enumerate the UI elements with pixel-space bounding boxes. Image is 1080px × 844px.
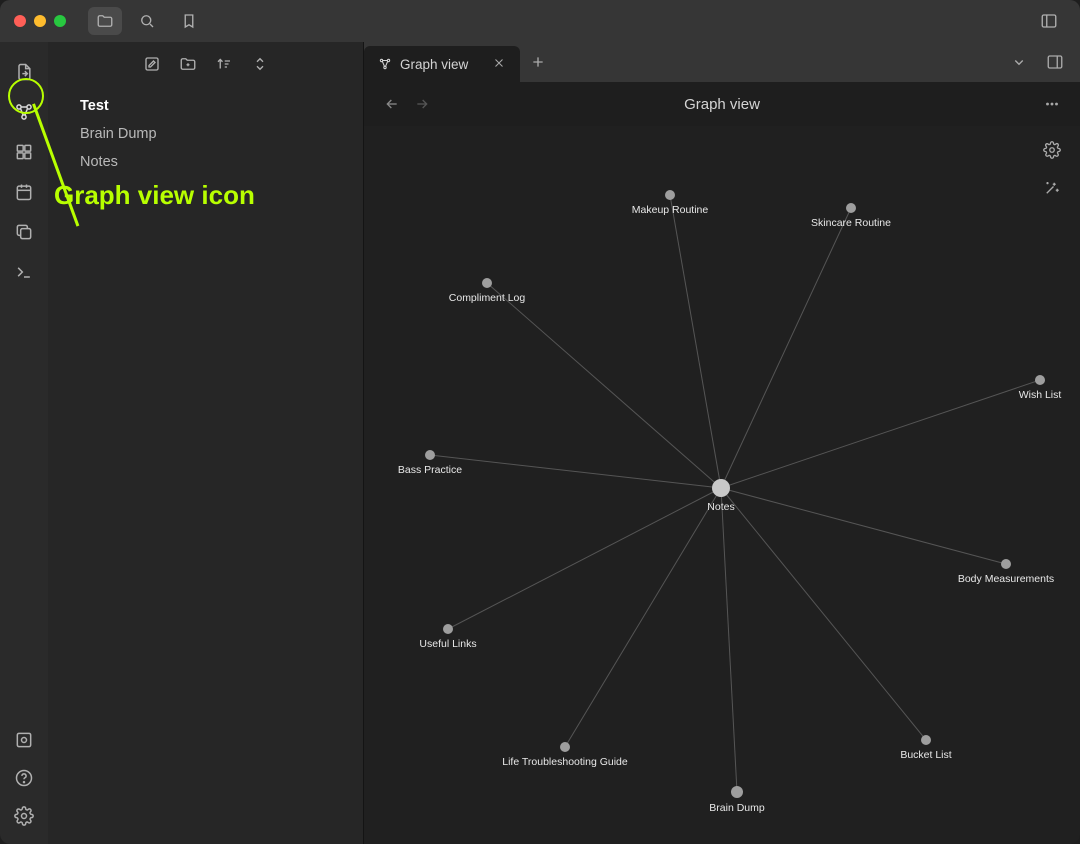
folder-plus-icon (179, 55, 197, 73)
graph-node[interactable] (1001, 559, 1011, 569)
file-item[interactable]: Brain Dump (48, 120, 363, 148)
graph-node[interactable] (712, 479, 730, 497)
graph-node-label: Useful Links (419, 638, 476, 650)
graph-canvas[interactable]: Makeup Routine Skincare Routine Compliment… (364, 126, 1080, 844)
arrow-left-icon (384, 96, 400, 112)
graph-node-label: Life Troubleshooting Guide (502, 756, 628, 768)
graph-node[interactable] (665, 190, 675, 200)
tab-dropdown-button[interactable] (1004, 47, 1034, 77)
graph-node[interactable] (560, 742, 570, 752)
ribbon-graph-view[interactable] (8, 96, 40, 128)
terminal-icon (14, 262, 34, 282)
graph-svg: Makeup Routine Skincare Routine Compliment… (364, 126, 1080, 844)
wand-icon (1043, 179, 1061, 197)
search-button[interactable] (130, 7, 164, 35)
sidebar-toggle-right[interactable] (1040, 47, 1070, 77)
titlebar (0, 0, 1080, 42)
ribbon-help[interactable] (8, 762, 40, 794)
ribbon-daily-note[interactable] (8, 176, 40, 208)
graph-controls (1038, 136, 1066, 202)
new-tab-button[interactable] (520, 42, 556, 82)
graph-view-icon (14, 102, 34, 122)
graph-node[interactable] (1035, 375, 1045, 385)
nav-forward-button[interactable] (410, 92, 434, 116)
close-icon (492, 56, 506, 70)
window-controls (14, 15, 66, 27)
graph-settings-button[interactable] (1038, 136, 1066, 164)
tab-title: Graph view (400, 57, 468, 72)
calendar-icon (14, 182, 34, 202)
panel-left-icon (1040, 12, 1058, 30)
folder-icon (96, 12, 114, 30)
graph-node-label: Skincare Routine (811, 217, 891, 229)
graph-node-label: Compliment Log (449, 292, 526, 304)
view-header: Graph view (364, 82, 1080, 126)
gear-icon (1043, 141, 1061, 159)
graph-filter-button[interactable] (1038, 174, 1066, 202)
graph-node[interactable] (731, 786, 743, 798)
file-item[interactable]: Notes (48, 148, 363, 176)
vault-switcher-button[interactable] (88, 7, 122, 35)
ribbon-settings[interactable] (8, 800, 40, 832)
more-horizontal-icon (1043, 95, 1061, 113)
arrow-right-icon (414, 96, 430, 112)
panel-right-icon (1046, 53, 1064, 71)
plus-icon (530, 54, 546, 70)
tab-graph-view[interactable]: Graph view (364, 46, 520, 82)
graph-node-label: Makeup Routine (632, 204, 709, 216)
graph-node-label: Body Measurements (958, 573, 1054, 585)
graph-node-label: Bass Practice (398, 464, 462, 476)
file-explorer-toolbar (48, 42, 363, 86)
window-maximize-button[interactable] (54, 15, 66, 27)
bookmarks-button[interactable] (172, 7, 206, 35)
window-minimize-button[interactable] (34, 15, 46, 27)
nav-back-button[interactable] (380, 92, 404, 116)
annotation-label: Graph view icon (54, 180, 255, 211)
bookmark-icon (180, 12, 198, 30)
sort-icon (215, 55, 233, 73)
pen-square-icon (143, 55, 161, 73)
graph-node[interactable] (482, 278, 492, 288)
tab-bar: Graph view (364, 42, 1080, 82)
main-pane: Graph view (364, 42, 1080, 844)
ribbon-canvas[interactable] (8, 136, 40, 168)
ribbon-vault[interactable] (8, 724, 40, 756)
graph-view-icon (378, 57, 392, 71)
window-close-button[interactable] (14, 15, 26, 27)
tab-close-button[interactable] (492, 56, 506, 73)
help-icon (14, 768, 34, 788)
ribbon-quick-switcher[interactable] (8, 56, 40, 88)
ribbon-templates[interactable] (8, 216, 40, 248)
file-go-icon (14, 62, 34, 82)
file-item[interactable]: Test (48, 92, 363, 120)
file-list: Test Brain Dump Notes (48, 86, 363, 176)
graph-node[interactable] (846, 203, 856, 213)
view-title: Graph view (684, 96, 760, 113)
graph-node[interactable] (425, 450, 435, 460)
new-folder-button[interactable] (175, 51, 201, 77)
chevrons-vert-icon (251, 55, 269, 73)
search-icon (138, 12, 156, 30)
file-explorer-panel: Test Brain Dump Notes Graph view icon (48, 42, 364, 844)
sort-button[interactable] (211, 51, 237, 77)
sidebar-toggle-left[interactable] (1032, 7, 1066, 35)
graph-node[interactable] (921, 735, 931, 745)
graph-node-label: Brain Dump (709, 802, 765, 814)
chevron-down-icon (1010, 53, 1028, 71)
collapse-button[interactable] (247, 51, 273, 77)
graph-node-label: Wish List (1019, 389, 1062, 401)
graph-node-label: Notes (707, 501, 734, 513)
gear-icon (14, 806, 34, 826)
ribbon-command-palette[interactable] (8, 256, 40, 288)
view-more-button[interactable] (1040, 95, 1064, 113)
app-body: Test Brain Dump Notes Graph view icon Gr… (0, 42, 1080, 844)
copy-icon (14, 222, 34, 242)
grid-icon (14, 142, 34, 162)
vault-icon (14, 730, 34, 750)
app-window: Test Brain Dump Notes Graph view icon Gr… (0, 0, 1080, 844)
graph-node[interactable] (443, 624, 453, 634)
ribbon (0, 42, 48, 844)
graph-node-label: Bucket List (900, 749, 951, 761)
new-note-button[interactable] (139, 51, 165, 77)
